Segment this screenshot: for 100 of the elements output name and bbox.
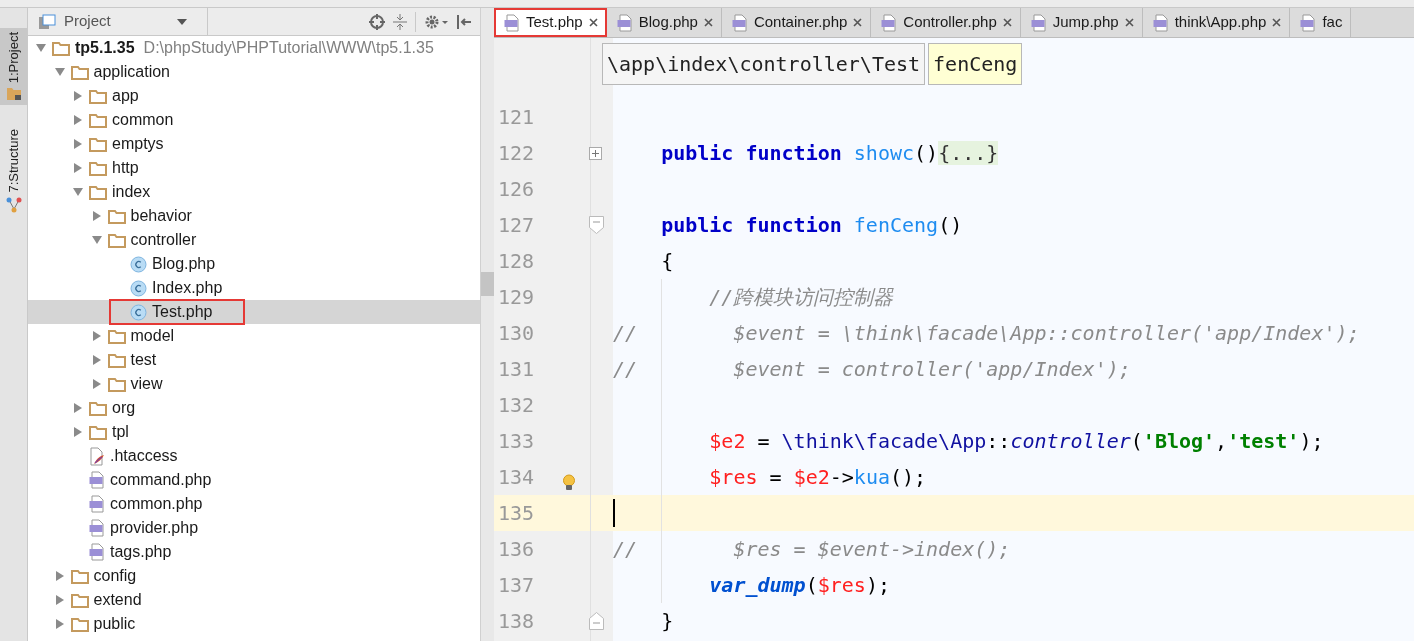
php-file-icon [1300,13,1317,32]
close-icon[interactable] [1124,18,1134,27]
feather-file-icon [89,446,105,466]
tree-item[interactable]: public [28,612,480,636]
collapsed-arrow-icon[interactable] [73,403,83,413]
expanded-arrow-icon[interactable] [91,235,102,245]
tree-item[interactable]: tags.php [28,540,480,564]
collapsed-arrow-icon[interactable] [73,139,83,149]
expanded-arrow-icon[interactable] [36,43,46,53]
tree-item[interactable]: Test.php [28,300,480,324]
tree-item[interactable]: provider.php [28,516,480,540]
hide-panel-icon[interactable] [456,13,472,30]
tree-item[interactable]: model [28,324,480,348]
tree-item[interactable]: .htaccess [28,444,480,468]
editor-tab[interactable]: Test.php [494,8,607,37]
tree-item-label: app [112,86,139,106]
line-number: 122 [497,140,536,167]
tree-item-label: common.php [110,494,203,514]
tool-window-tab[interactable]: 1:Project [0,28,27,106]
panel-title[interactable]: Project [64,10,111,33]
tree-item[interactable]: config [28,564,480,588]
tree-item[interactable]: tpl [28,420,480,444]
expanded-arrow-icon[interactable] [54,67,65,77]
tree-item[interactable]: view [28,372,480,396]
tree-item[interactable]: command.php [28,468,480,492]
collapsed-arrow-icon[interactable] [73,115,83,125]
tree-item-label: tags.php [110,542,172,562]
php-file-icon [1152,13,1169,32]
code-line: // $event = controller('app/Index'); [613,356,1131,383]
code-line: } [660,608,674,635]
tool-window-tab[interactable]: 7:Structure [0,125,27,217]
dropdown-caret-icon[interactable] [176,18,187,25]
tree-item[interactable]: tp5.1.35 D:\phpStudy\PHPTutorial\WWW\tp5.1.35 [28,36,480,60]
collapsed-arrow-icon[interactable] [73,163,83,173]
breadcrumb-item[interactable]: fenCeng [928,43,1023,85]
tree-item[interactable]: extend [28,588,480,612]
collapsed-arrow-icon[interactable] [54,619,65,629]
close-icon[interactable] [1002,18,1012,27]
tree-item[interactable]: common [28,108,480,132]
breadcrumb-item[interactable]: \app\index\controller\Test [602,43,926,85]
tree-item[interactable]: app [28,84,480,108]
collapsed-arrow-icon[interactable] [91,355,102,365]
collapsed-arrow-icon[interactable] [73,91,83,101]
tree-item-label: config [93,566,137,586]
tree-item-label: tp5.1.35 [75,38,135,58]
tree-item[interactable]: controller [28,228,480,252]
tree-item[interactable]: org [28,396,480,420]
collapsed-arrow-icon[interactable] [54,595,65,605]
scrollbar[interactable] [480,8,494,641]
folder-icon [70,568,89,584]
tree-item[interactable]: http [28,156,480,180]
folder-icon [70,592,89,608]
tree-item[interactable]: Blog.php [28,252,480,276]
tree-item-label: Index.php [152,278,223,298]
collapse-fold-icon[interactable] [589,216,604,234]
structure-icon [5,196,22,213]
class-icon [130,303,147,321]
line-number: 133 [497,428,536,455]
folder-icon [89,184,107,200]
tree-item[interactable]: emptys [28,132,480,156]
close-icon[interactable] [853,18,863,27]
expanded-arrow-icon[interactable] [73,187,83,197]
collapsed-arrow-icon[interactable] [91,331,102,341]
collapsed-arrow-icon[interactable] [73,427,83,437]
locate-icon[interactable] [369,13,385,30]
php-file-icon [881,13,898,32]
tree-item[interactable]: behavior [28,204,480,228]
collapse-fold-icon[interactable] [589,612,604,630]
tree-item-label: extend [93,590,142,610]
code-line: //跨模块访问控制器 [708,284,894,311]
line-number: 121 [497,104,536,131]
collapsed-arrow-icon[interactable] [54,571,65,581]
tree-item[interactable]: index [28,180,480,204]
close-icon[interactable] [703,18,713,27]
tree-item-label: Blog.php [152,254,216,274]
code-line: // $event = \think\facade\App::controller('app/Index'); [613,320,1360,347]
lightbulb-icon[interactable] [562,474,576,492]
tree-item[interactable]: common.php [28,492,480,516]
code-line: $res = $e2->kua(); [708,464,927,491]
php-file-icon [504,13,520,32]
tree-item[interactable]: application [28,60,480,84]
close-icon[interactable] [588,18,598,27]
collapsed-arrow-icon[interactable] [91,379,102,389]
folder-icon [107,352,126,368]
close-icon[interactable] [1272,18,1282,27]
tree-item-label: Test.php [152,302,213,322]
folder-icon [107,376,126,392]
php-file-icon [731,13,748,32]
expand-fold-icon[interactable] [589,146,602,160]
tree-item-label: index [112,182,151,202]
php-file-icon [89,471,105,489]
code-line: public function fenCeng() [660,212,963,239]
tree-item[interactable]: test [28,348,480,372]
settings-icon[interactable] [424,13,448,30]
tree-item-label: org [112,398,136,418]
tree-item[interactable]: Index.php [28,276,480,300]
folder-icon [89,160,107,176]
scrollbar-thumb[interactable] [481,272,494,296]
collapsed-arrow-icon[interactable] [91,211,102,221]
collapse-all-icon[interactable] [393,13,407,30]
